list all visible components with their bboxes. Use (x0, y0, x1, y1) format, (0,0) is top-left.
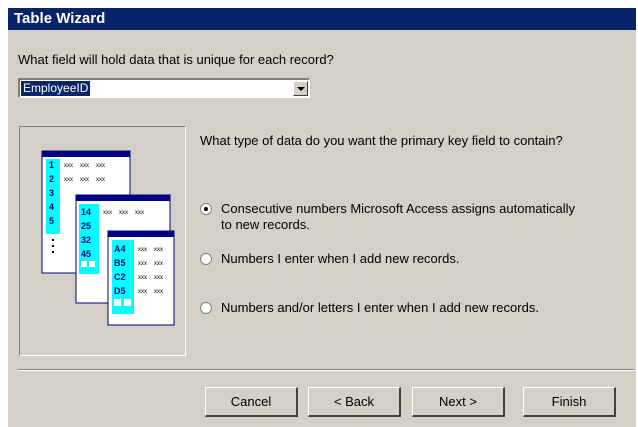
unique-field-prompt: What field will hold data that is unique… (18, 52, 334, 67)
radio-button[interactable] (200, 253, 212, 265)
key-cell: D5 (114, 286, 126, 296)
data-cell: xxx (80, 163, 89, 169)
data-cell: xxx (154, 275, 163, 281)
key-cell: 4 (49, 202, 54, 212)
key-cell: B5 (114, 258, 126, 268)
footer-divider (18, 369, 634, 371)
key-cell: 14 (81, 207, 91, 217)
data-cell: xxx (135, 210, 144, 216)
key-cell: 45 (81, 249, 91, 259)
data-cell: xxx (138, 289, 147, 295)
back-button[interactable]: < Back (308, 387, 401, 417)
data-cell: xxx (154, 261, 163, 267)
option-label: Numbers and/or letters I enter when I ad… (221, 300, 539, 315)
table-illustration-3: A4 B5 C2 D5 xxx xxx xxx xxx xxx xxx xxx … (107, 230, 175, 326)
key-cell: 2 (49, 174, 54, 184)
data-cell: xxx (119, 210, 128, 216)
stacked-tables-image: 1 2 3 4 5 xxx xxx xxx xxx xxx xxx 14 25 … (41, 150, 175, 326)
table-wizard-dialog: Table Wizard What field will hold data t… (8, 8, 636, 427)
option-label: Numbers I enter when I add new records. (221, 251, 460, 266)
data-cell: xxx (138, 247, 147, 253)
option-label: Consecutive numbers Microsoft Access ass… (221, 201, 576, 232)
finish-button[interactable]: Finish (523, 387, 616, 417)
window-title: Table Wizard (8, 8, 636, 30)
key-cell: 3 (49, 188, 54, 198)
primary-key-illustration: 1 2 3 4 5 xxx xxx xxx xxx xxx xxx 14 25 … (19, 126, 186, 356)
cancel-button[interactable]: Cancel (205, 387, 298, 417)
data-cell: xxx (103, 210, 112, 216)
radio-button-selected[interactable] (200, 203, 212, 215)
next-button[interactable]: Next > (412, 387, 505, 417)
key-cell: C2 (114, 272, 126, 282)
data-cell: xxx (154, 289, 163, 295)
key-cell: A4 (114, 244, 126, 254)
option-numbers-and-letters[interactable]: Numbers and/or letters I enter when I ad… (200, 300, 539, 316)
option-numbers-i-enter[interactable]: Numbers I enter when I add new records. (200, 251, 459, 267)
key-cell: 1 (49, 160, 54, 170)
data-cell: xxx (96, 177, 105, 183)
data-cell: xxx (96, 163, 105, 169)
data-cell: xxx (138, 275, 147, 281)
radio-button[interactable] (200, 302, 212, 314)
unique-field-dropdown[interactable]: EmployeeID (18, 78, 310, 98)
dropdown-arrow-icon[interactable] (293, 81, 308, 96)
key-cell: 25 (81, 221, 91, 231)
option-consecutive-numbers[interactable]: Consecutive numbers Microsoft Access ass… (200, 201, 575, 233)
key-cell: 32 (81, 235, 91, 245)
data-cell: xxx (64, 163, 73, 169)
data-cell: xxx (80, 177, 89, 183)
data-cell: xxx (154, 247, 163, 253)
data-cell: xxx (64, 177, 73, 183)
primary-key-prompt: What type of data do you want the primar… (200, 133, 563, 148)
data-cell: xxx (138, 261, 147, 267)
unique-field-value: EmployeeID (21, 81, 91, 96)
key-cell: 5 (49, 216, 54, 226)
